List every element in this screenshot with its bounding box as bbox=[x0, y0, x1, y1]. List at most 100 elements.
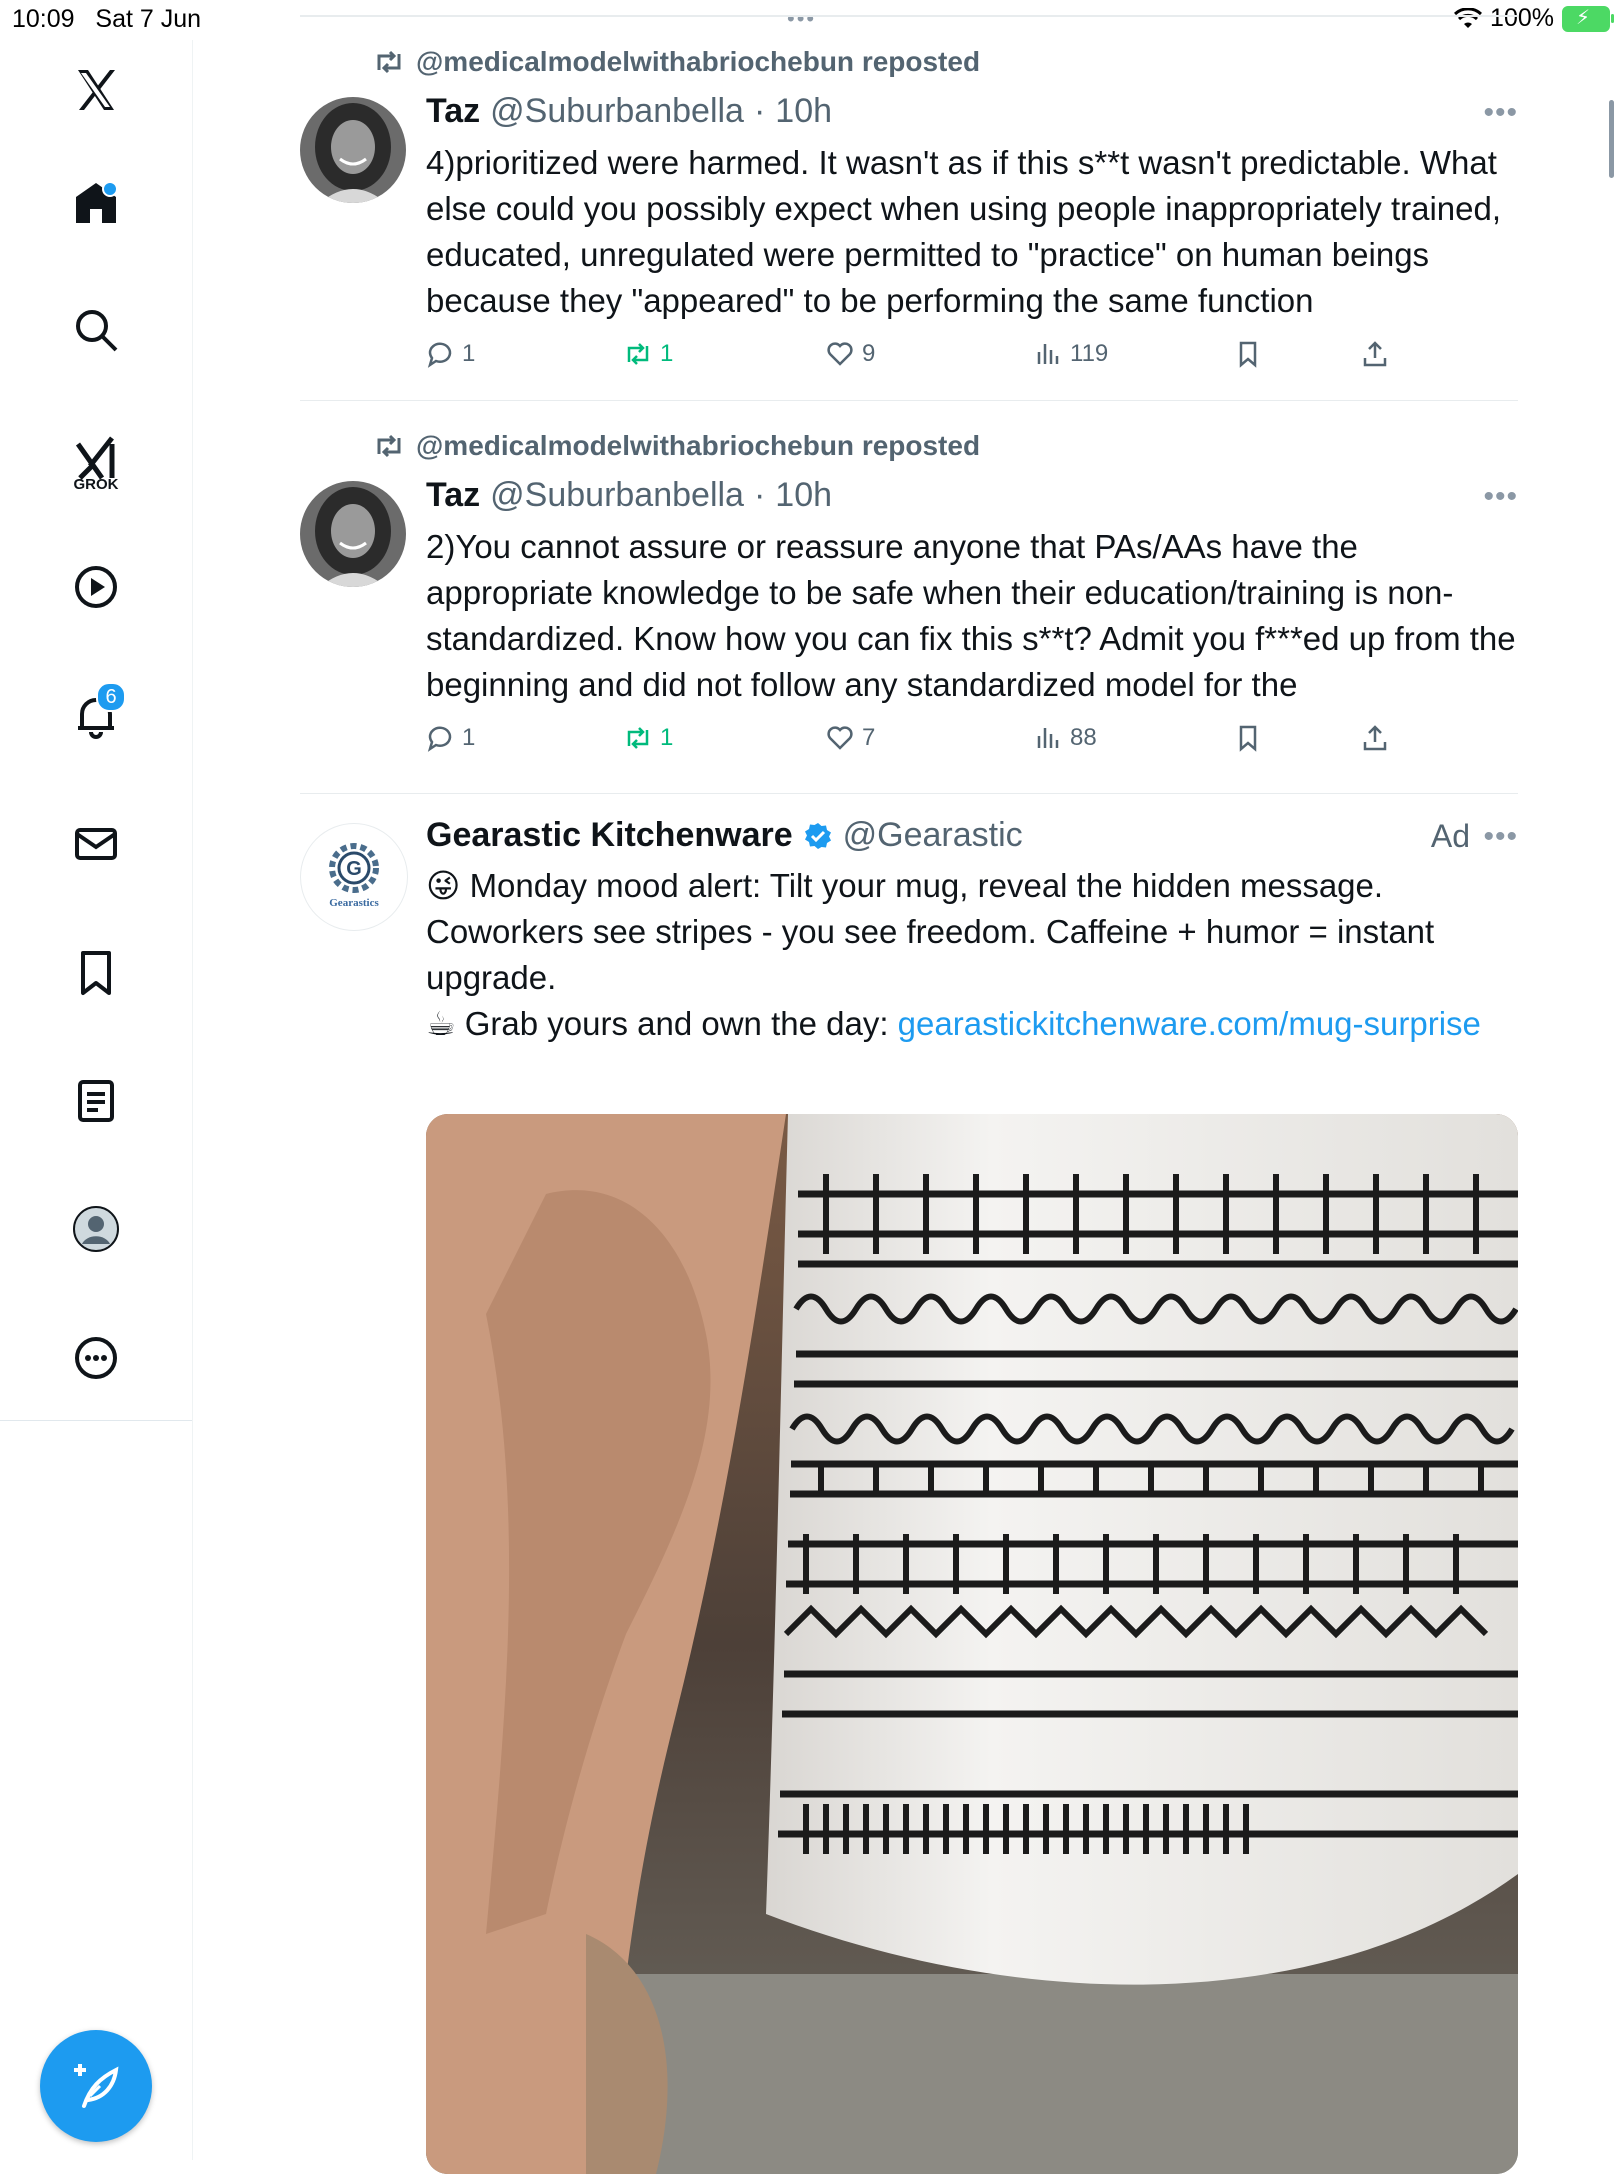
tweet-actions: 1 1 9 119 bbox=[426, 340, 1518, 380]
status-time: 10:09 Sat 7 Jun bbox=[12, 5, 202, 33]
repost-icon bbox=[627, 343, 649, 365]
avatar[interactable] bbox=[300, 97, 406, 203]
repost-indicator: @medicalmodelwithabriochebun reposted bbox=[374, 430, 980, 462]
views-chart-icon bbox=[1037, 728, 1059, 748]
compose-feather-icon bbox=[74, 2064, 119, 2108]
repost-icon bbox=[627, 727, 649, 749]
repost-indicator: @medicalmodelwithabriochebun reposted bbox=[374, 46, 980, 78]
svg-text:G: G bbox=[346, 858, 362, 880]
separator-dot: · bbox=[753, 476, 766, 514]
timestamp[interactable]: 10h bbox=[775, 92, 832, 131]
heart-icon bbox=[827, 726, 853, 750]
like-button[interactable]: 9 bbox=[826, 340, 875, 368]
x-logo-icon[interactable] bbox=[56, 50, 136, 130]
bookmark-icon bbox=[1239, 725, 1257, 752]
nav-messages[interactable] bbox=[56, 804, 136, 884]
ad-text-line-1: 😜 Monday mood alert: Tilt your mug, reve… bbox=[426, 867, 1435, 996]
feed-top-divider bbox=[300, 15, 1518, 17]
sidebar: GROK 6 bbox=[0, 40, 193, 2160]
nav-grok[interactable]: GROK bbox=[56, 418, 136, 498]
author-name[interactable]: Taz bbox=[426, 476, 480, 515]
multitasking-dots[interactable]: ••• bbox=[787, 6, 816, 32]
separator-dot: · bbox=[753, 92, 766, 130]
tweet-header: Taz @Suburbanbella · 10h bbox=[426, 92, 832, 131]
ad-link[interactable]: gearastickitchenware.com/mug-surprise bbox=[898, 1005, 1481, 1042]
reply-count: 1 bbox=[462, 340, 476, 367]
advertiser-logo[interactable]: G Gearastics bbox=[300, 823, 408, 931]
timestamp[interactable]: 10h bbox=[775, 476, 832, 515]
share-button[interactable] bbox=[1361, 724, 1389, 752]
view-count: 88 bbox=[1070, 724, 1097, 751]
tweet-header: Gearastic Kitchenware @Gearastic bbox=[426, 816, 1023, 855]
nav-more[interactable] bbox=[56, 1318, 136, 1398]
views-chart-icon bbox=[1037, 344, 1059, 364]
tweet-card[interactable]: @medicalmodelwithabriochebun reposted Ta… bbox=[300, 430, 1518, 794]
mail-icon bbox=[75, 828, 117, 860]
repost-button[interactable]: 1 bbox=[624, 724, 673, 752]
play-icon bbox=[75, 566, 117, 608]
tweet-card[interactable]: @medicalmodelwithabriochebun reposted Ta… bbox=[300, 46, 1518, 401]
bookmark-button[interactable] bbox=[1234, 724, 1262, 752]
like-count: 9 bbox=[862, 340, 876, 367]
ad-label: Ad bbox=[1430, 818, 1470, 854]
search-icon bbox=[76, 310, 118, 352]
more-options-icon[interactable]: ••• bbox=[1483, 480, 1518, 514]
home-unread-dot bbox=[102, 181, 118, 197]
advertiser-handle[interactable]: @Gearastic bbox=[843, 816, 1023, 855]
bookmark-button[interactable] bbox=[1234, 340, 1262, 368]
views-button[interactable]: 119 bbox=[1034, 340, 1108, 368]
bookmark-icon bbox=[1239, 341, 1257, 368]
reply-icon bbox=[427, 726, 452, 752]
battery-icon: ⚡ bbox=[1562, 5, 1614, 32]
views-button[interactable]: 88 bbox=[1034, 724, 1097, 752]
repost-label: @medicalmodelwithabriochebun reposted bbox=[416, 46, 981, 77]
heart-icon bbox=[827, 342, 853, 366]
like-count: 7 bbox=[862, 724, 876, 751]
like-button[interactable]: 7 bbox=[826, 724, 875, 752]
nav-lists[interactable] bbox=[56, 1061, 136, 1141]
more-circle-icon bbox=[75, 1337, 117, 1379]
view-count: 119 bbox=[1070, 340, 1109, 367]
more-options-icon[interactable]: ••• bbox=[1483, 96, 1518, 130]
ad-text-line-2: ☕ Grab yours and own the day: gearastick… bbox=[426, 1005, 1481, 1042]
repost-button[interactable]: 1 bbox=[624, 340, 673, 368]
mug-video-frame bbox=[426, 1114, 1518, 2174]
status-right: 100% ⚡ bbox=[1454, 4, 1614, 33]
author-handle[interactable]: @Suburbanbella bbox=[490, 92, 744, 131]
profile-avatar-icon bbox=[73, 1206, 119, 1252]
share-icon bbox=[1363, 725, 1387, 751]
advertiser-name[interactable]: Gearastic Kitchenware bbox=[426, 816, 793, 855]
more-options-icon[interactable]: ••• bbox=[1483, 820, 1518, 854]
compose-post-button[interactable] bbox=[40, 2030, 152, 2142]
list-icon bbox=[78, 1080, 114, 1122]
nav-bookmarks[interactable] bbox=[56, 933, 136, 1013]
ad-video[interactable] bbox=[426, 1114, 1518, 2174]
notification-count-badge: 6 bbox=[96, 682, 126, 712]
repost-icon bbox=[377, 434, 401, 458]
grok-label: GROK bbox=[73, 476, 119, 493]
ad-tweet-card[interactable]: G Gearastics Gearastic Kitchenware @Gear… bbox=[300, 793, 1518, 2174]
nav-notifications[interactable]: 6 bbox=[56, 676, 136, 756]
nav-video[interactable] bbox=[56, 547, 136, 627]
status-bar: 10:09 Sat 7 Jun ••• 100% ⚡ bbox=[0, 0, 1620, 40]
nav-home[interactable] bbox=[56, 163, 136, 243]
battery-percent: 100% bbox=[1490, 4, 1554, 32]
reply-button[interactable]: 1 bbox=[426, 724, 475, 752]
author-handle[interactable]: @Suburbanbella bbox=[490, 476, 744, 515]
repost-count: 1 bbox=[660, 724, 674, 751]
ad-text: 😜 Monday mood alert: Tilt your mug, reve… bbox=[426, 863, 1518, 1047]
tweet-text: 2)You cannot assure or reassure anyone t… bbox=[426, 528, 1516, 703]
reply-icon bbox=[427, 342, 452, 368]
nav-profile[interactable] bbox=[56, 1189, 136, 1269]
avatar[interactable] bbox=[300, 481, 406, 587]
bookmark-icon bbox=[81, 951, 111, 995]
grok-icon bbox=[75, 436, 115, 480]
logo-text: Gearastics bbox=[329, 897, 379, 909]
share-button[interactable] bbox=[1361, 340, 1389, 368]
reply-button[interactable]: 1 bbox=[426, 340, 475, 368]
repost-icon bbox=[377, 50, 401, 74]
nav-search[interactable] bbox=[56, 290, 136, 370]
scrollbar[interactable] bbox=[1609, 100, 1614, 178]
sidebar-divider bbox=[0, 1420, 192, 1421]
author-name[interactable]: Taz bbox=[426, 92, 480, 131]
